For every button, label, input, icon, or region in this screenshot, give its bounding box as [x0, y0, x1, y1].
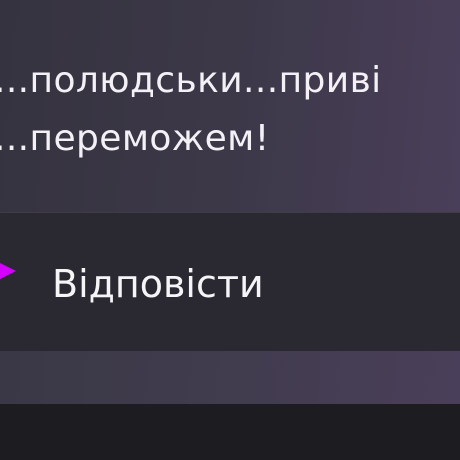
message-line-2: ...переможем! — [0, 118, 270, 159]
notification-banner[interactable]: ...полюдськи...приві ...переможем! — [0, 0, 460, 212]
background-band — [0, 351, 460, 404]
reply-arrow-icon — [0, 263, 16, 279]
notification-message: ...полюдськи...приві ...переможем! — [0, 52, 460, 168]
message-line-1: ...полюдськи...приві — [0, 60, 382, 101]
bottom-bar — [0, 404, 460, 460]
reply-button[interactable]: Відповісти — [52, 254, 264, 314]
